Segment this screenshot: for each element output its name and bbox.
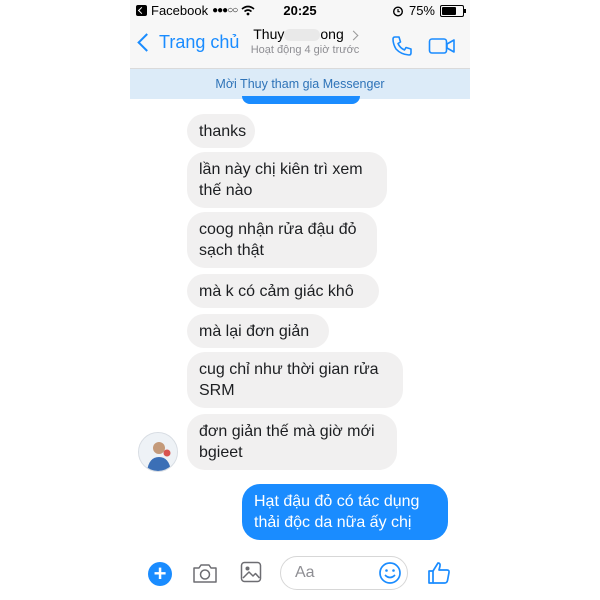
outgoing-message: Hạt đậu đỏ có tác dụng thải độc da nữa ấ…	[242, 484, 448, 540]
partial-outgoing-bubble	[242, 96, 360, 104]
camera-icon[interactable]	[192, 562, 218, 584]
back-chevron-icon	[137, 33, 156, 52]
emoji-icon[interactable]	[378, 561, 402, 585]
avatar-image	[139, 433, 177, 471]
contact-title[interactable]: Thuy ong Hoạt động 4 giờ trước	[230, 26, 380, 56]
alarm-icon	[392, 5, 403, 17]
back-button[interactable]: Trang chủ	[136, 32, 239, 53]
contact-status: Hoạt động 4 giờ trước	[250, 44, 360, 56]
incoming-message: lần này chị kiên trì xem thế nào	[187, 152, 387, 208]
redacted-name-part	[284, 29, 321, 42]
phone-icon[interactable]	[390, 34, 414, 58]
messenger-screen: Facebook ●●●○○ 20:25 75% Trang chủ Thuy …	[130, 0, 470, 600]
chevron-right-icon	[348, 30, 359, 41]
status-left: Facebook ●●●○○	[136, 3, 255, 18]
wifi-icon	[241, 5, 255, 16]
thumbs-up-icon[interactable]	[426, 560, 452, 586]
contact-name-suffix: ong	[320, 26, 344, 42]
signal-strength-icon: ●●●○○	[212, 5, 238, 16]
back-label: Trang chủ	[159, 32, 240, 52]
back-to-app-icon[interactable]	[136, 5, 147, 16]
incoming-message: mà lại đơn giản	[187, 314, 329, 348]
battery-fill	[442, 6, 456, 15]
contact-name-text: Thuy	[253, 26, 285, 42]
carrier-label[interactable]: Facebook	[151, 3, 208, 18]
conversation-header: Trang chủ Thuy ong Hoạt động 4 giờ trước	[130, 22, 470, 69]
contact-name: Thuy ong	[230, 26, 380, 42]
incoming-message: thanks	[187, 114, 255, 148]
status-bar: Facebook ●●●○○ 20:25 75%	[130, 0, 470, 22]
battery-icon	[440, 4, 466, 17]
incoming-message: đơn giản thế mà giờ mới bgieet	[187, 414, 397, 470]
contact-avatar[interactable]	[138, 432, 178, 472]
video-camera-icon[interactable]	[428, 35, 456, 57]
invite-banner[interactable]: Mời Thuy tham gia Messenger	[130, 69, 470, 99]
incoming-message: cug chỉ như thời gian rửa SRM	[187, 352, 403, 408]
battery-percent: 75%	[408, 3, 435, 18]
image-icon[interactable]	[240, 561, 262, 583]
plus-icon[interactable]: +	[148, 562, 172, 586]
message-input-placeholder: Aa	[295, 564, 315, 581]
incoming-message: coog nhận rửa đậu đỏ sạch thật	[187, 212, 377, 268]
incoming-message: mà k có cảm giác khô	[187, 274, 379, 308]
status-right: 75%	[392, 3, 466, 18]
message-composer: + Aa	[130, 548, 470, 600]
